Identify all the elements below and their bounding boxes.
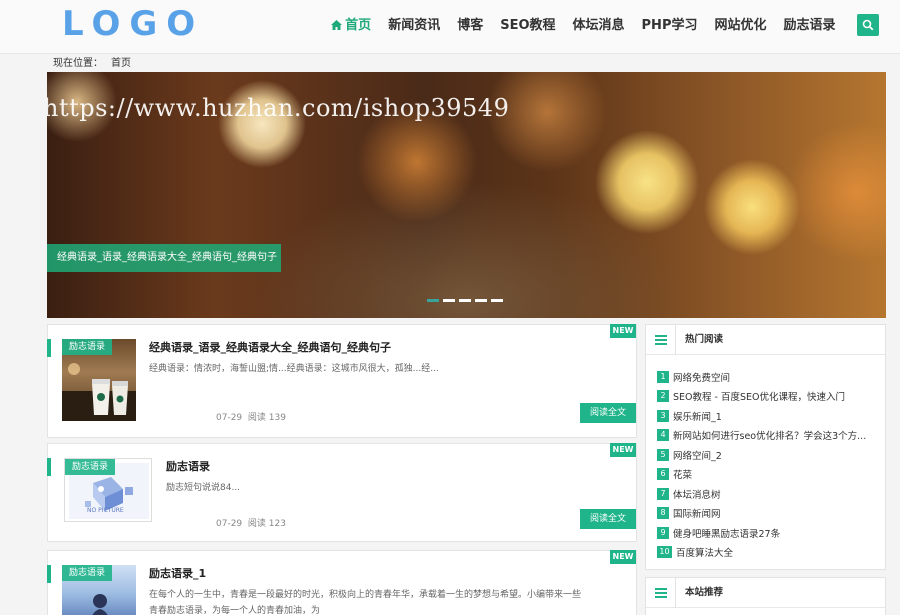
rank-number: 7	[657, 487, 669, 500]
article-excerpt: 经典语录：情浓时，海誓山盟;情...经典语录：这城市风很大，孤独...经...	[149, 364, 439, 374]
article-views: 阅读 123	[247, 519, 286, 529]
rank-number: 10	[657, 546, 672, 559]
article-date: 07-29	[216, 519, 243, 529]
site-header: LOGO 首页 新闻资讯 博客 SEO教程 体坛消息 PHP学习 网站优化 励志…	[0, 0, 900, 54]
nav-item-quotes[interactable]: 励志语录	[775, 16, 844, 36]
rank-number: 4	[657, 429, 669, 442]
slider-dot[interactable]	[427, 299, 439, 302]
nav-item-blog[interactable]: 博客	[449, 16, 492, 36]
category-badge[interactable]: 励志语录	[65, 459, 116, 475]
hot-list-item[interactable]: 4 新网站如何进行seo优化排名？学会这3个方...	[657, 426, 866, 446]
category-badge[interactable]: 励志语录	[62, 565, 113, 581]
panel-header: 本站推荐	[646, 578, 885, 608]
hot-list-item[interactable]: 10 百度算法大全	[657, 543, 866, 563]
article-views: 阅读 139	[247, 413, 286, 423]
hot-list-item[interactable]: 5 网络空间_2	[657, 445, 866, 465]
rank-number: 6	[657, 468, 669, 481]
rank-number: 1	[657, 370, 669, 383]
new-badge: NEW	[610, 324, 636, 338]
nav-item-php[interactable]: PHP学习	[633, 16, 706, 36]
hot-item-text: 网络免费空间	[673, 372, 731, 384]
slider-dots	[427, 299, 503, 302]
article-card: NEW 励志语录 经典语录_语录_经典语录大全_经典语句_经典句子 经典语录：情…	[47, 324, 637, 438]
nav-item-home[interactable]: 首页	[323, 16, 380, 36]
hot-list-item[interactable]: 7 体坛消息树	[657, 484, 866, 504]
hot-list-item[interactable]: 8 国际新闻网	[657, 504, 866, 524]
hot-item-text: 网络空间_2	[673, 450, 722, 462]
header-divider	[675, 578, 676, 608]
article-excerpt: 在每个人的一生中，青春是一段最好的时光，积极向上的青春年华，承载着一生的梦想与希…	[149, 590, 582, 600]
hot-list-item[interactable]: 6 花菜	[657, 465, 866, 485]
article-meta: 07-29 阅读 139	[216, 412, 286, 424]
rank-number: 2	[657, 390, 669, 403]
article-card: NEW 励志语录 励志语录_1 在每个人的一生中，青春是一段最好的时光，积极向上…	[47, 550, 637, 615]
breadcrumb-label: 现在位置：	[53, 58, 103, 69]
breadcrumb-home-link[interactable]: 首页	[111, 58, 131, 69]
banner-caption[interactable]: 经典语录_语录_经典语录大全_经典语句_经典句子	[47, 244, 281, 272]
rank-number: 8	[657, 507, 669, 520]
new-badge: NEW	[610, 550, 636, 564]
article-meta: 07-29 阅读 123	[216, 518, 286, 530]
nav-item-seo[interactable]: SEO教程	[492, 16, 564, 36]
hot-list: 1 网络免费空间 2 SEO教程 - 百度SEO优化课程，快速入门 3 娱乐新闻_1 …	[657, 367, 866, 562]
accent-bar	[47, 565, 51, 583]
article-title[interactable]: 励志语录	[166, 460, 210, 474]
article-thumbnail[interactable]: 励志语录 NO PICTURE	[64, 458, 152, 522]
article-thumbnail[interactable]: 励志语录	[62, 339, 136, 421]
hot-item-text: 新网站如何进行seo优化排名？学会这3个方...	[673, 431, 867, 443]
header-divider	[675, 325, 676, 355]
breadcrumb: 现在位置： 首页	[53, 57, 139, 71]
hot-item-text: 健身吧睡黑励志语录27条	[673, 528, 781, 540]
hot-item-text: 体坛消息树	[673, 489, 721, 501]
article-card: NEW 励志语录 NO PICTURE 励志语录 励志短句说说84... 07-…	[47, 443, 637, 542]
category-badge[interactable]: 励志语录	[62, 339, 113, 355]
no-picture-label: NO PICTURE	[87, 507, 124, 514]
search-button[interactable]	[857, 14, 879, 36]
site-logo[interactable]: LOGO	[62, 4, 204, 44]
slider-dot[interactable]	[491, 299, 503, 302]
article-excerpt-line2: 青春励志语录，为每一个人的青春加油，为	[149, 606, 321, 615]
article-thumbnail[interactable]: 励志语录	[62, 565, 136, 615]
nav-item-label: 首页	[345, 18, 372, 33]
watermark-text: https://www.huzhan.com/ishop39549	[47, 94, 510, 122]
slider-dot[interactable]	[459, 299, 471, 302]
rank-number: 3	[657, 409, 669, 422]
banner-slider[interactable]: https://www.huzhan.com/ishop39549 经典语录_语…	[47, 72, 886, 318]
hot-item-text: 花菜	[673, 470, 693, 482]
article-title[interactable]: 经典语录_语录_经典语录大全_经典语句_经典句子	[149, 341, 391, 355]
slider-dot[interactable]	[475, 299, 487, 302]
menu-icon	[655, 588, 667, 598]
recommend-panel: 本站推荐	[645, 577, 886, 615]
panel-title: 热门阅读	[685, 334, 724, 345]
slider-dot[interactable]	[443, 299, 455, 302]
panel-title: 本站推荐	[685, 587, 724, 598]
hot-list-item[interactable]: 9 健身吧睡黑励志语录27条	[657, 523, 866, 543]
nav-item-sports[interactable]: 体坛消息	[564, 16, 633, 36]
hot-reading-panel: 热门阅读 1 网络免费空间 2 SEO教程 - 百度SEO优化课程，快速入门 3 娱乐…	[645, 324, 886, 570]
nav-item-optimize[interactable]: 网站优化	[706, 16, 775, 36]
rank-number: 9	[657, 526, 669, 539]
hot-item-text: SEO教程 - 百度SEO优化课程，快速入门	[673, 392, 845, 404]
main-nav: 首页 新闻资讯 博客 SEO教程 体坛消息 PHP学习 网站优化 励志语录	[323, 16, 844, 36]
nav-item-news[interactable]: 新闻资讯	[380, 16, 449, 36]
menu-icon	[655, 335, 667, 345]
article-excerpt: 励志短句说说84...	[166, 483, 241, 493]
hot-list-item[interactable]: 1 网络免费空间	[657, 367, 866, 387]
accent-bar	[47, 458, 51, 476]
hot-list-item[interactable]: 2 SEO教程 - 百度SEO优化课程，快速入门	[657, 387, 866, 407]
read-more-button[interactable]: 阅读全文	[580, 509, 636, 529]
panel-header: 热门阅读	[646, 325, 885, 355]
article-title[interactable]: 励志语录_1	[149, 567, 206, 581]
hot-item-text: 国际新闻网	[673, 509, 721, 521]
article-date: 07-29	[216, 413, 243, 423]
hot-item-text: 娱乐新闻_1	[673, 411, 722, 423]
hot-list-item[interactable]: 3 娱乐新闻_1	[657, 406, 866, 426]
read-more-button[interactable]: 阅读全文	[580, 403, 636, 423]
home-icon	[331, 20, 343, 30]
new-badge: NEW	[610, 443, 636, 457]
accent-bar	[47, 339, 51, 357]
search-icon	[862, 19, 874, 31]
hot-item-text: 百度算法大全	[676, 548, 734, 560]
rank-number: 5	[657, 448, 669, 461]
